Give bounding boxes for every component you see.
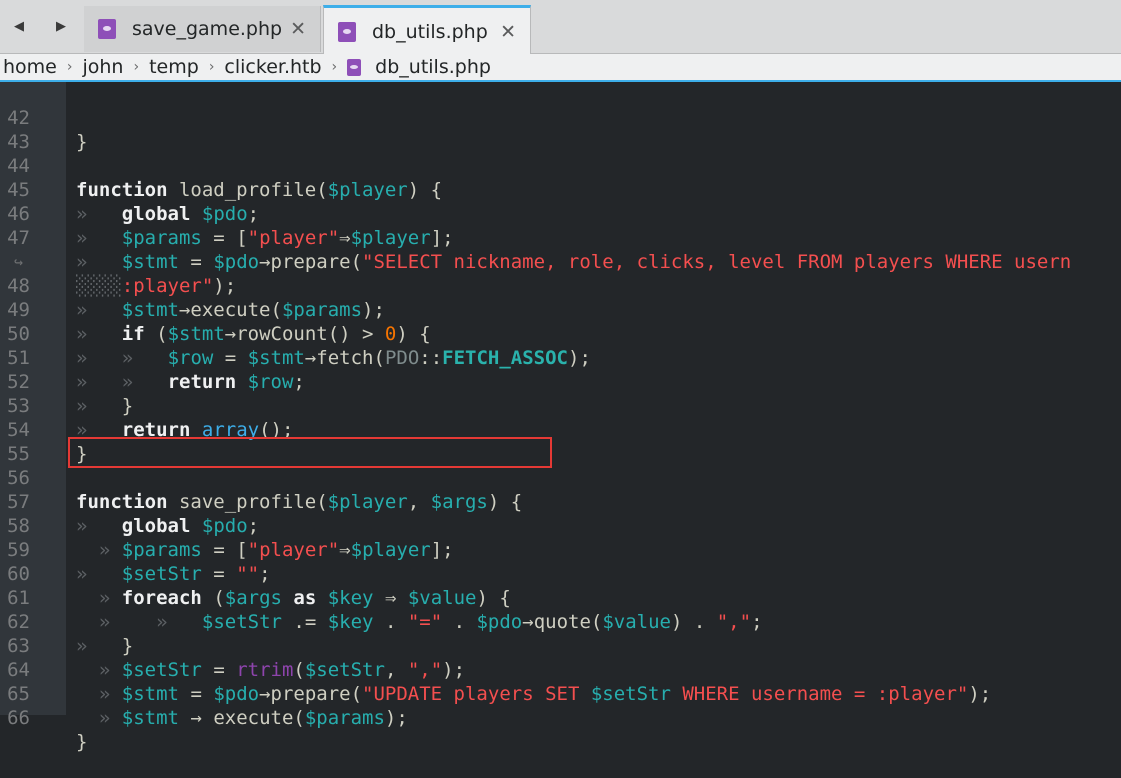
close-tab-icon[interactable]: ✕	[290, 19, 306, 39]
highlight-box	[68, 437, 552, 468]
brace: }	[76, 731, 88, 753]
breadcrumb: home › john › temp › clicker.htb › db_ut…	[0, 54, 1121, 80]
tab-label: save_game.php	[132, 18, 283, 40]
breadcrumb-item-clicker[interactable]: clicker.htb	[224, 56, 321, 78]
code-line: 50 » » $row = $stmt→fetch(PDO::FETCH_ASS…	[0, 298, 1121, 369]
code-line: 46 » $params = ["player"⇒$player];	[0, 178, 1121, 249]
code-line: 58 » $params = ["player"⇒$player];	[0, 490, 1121, 561]
code-line-wrapped: ↪ ░░░░:player");	[0, 226, 1121, 297]
code-line: 64 » $stmt = $pdo→prepare("UPDATE player…	[0, 634, 1121, 705]
code-line: 57 » global $pdo;	[0, 466, 1121, 537]
chevron-right-icon: ›	[331, 59, 338, 75]
php-file-icon	[347, 58, 362, 76]
code-line: 66 }	[0, 682, 1121, 753]
code-line: 45 » global $pdo;	[0, 154, 1121, 225]
punct: → execute(	[179, 707, 305, 729]
breadcrumb-item-john[interactable]: john	[82, 56, 123, 78]
code-line: 52 » }	[0, 346, 1121, 417]
code-line: 61 » » $setStr .= $key . "=" . $pdo→quot…	[0, 562, 1121, 633]
tab-db-utils[interactable]: db_utils.php ✕	[323, 5, 531, 56]
scroll-tabs-left-icon[interactable]: ◀	[12, 18, 26, 36]
code-line: 63 » $setStr = rtrim($setStr, ",");	[0, 610, 1121, 681]
breadcrumb-item-home[interactable]: home	[3, 56, 57, 78]
punct: );	[384, 707, 408, 729]
code-line: 62 » }	[0, 586, 1121, 657]
chevron-right-icon: ›	[133, 59, 140, 75]
code-line: 48 » $stmt→execute($params);	[0, 250, 1121, 321]
code-line: 42 }	[0, 82, 1121, 153]
tab-bar: ◀ ▶ save_game.php ✕ db_utils.php ✕	[0, 0, 1121, 56]
code-line: 49 » if ($stmt→rowCount() > 0) {	[0, 274, 1121, 345]
php-file-icon	[98, 19, 116, 39]
code-editor[interactable]: 42 } 43 44 function load_profile($player…	[0, 80, 1121, 753]
breadcrumb-item-file[interactable]: db_utils.php	[375, 56, 491, 78]
line-number: 66	[7, 707, 30, 729]
chevron-right-icon: ›	[66, 59, 73, 75]
scroll-tabs-right-icon[interactable]: ▶	[54, 18, 68, 36]
variable: $params	[304, 707, 385, 729]
code-line: 43	[0, 106, 1121, 153]
code-line: 59 » $setStr = "";	[0, 514, 1121, 585]
chevron-right-icon: ›	[208, 59, 215, 75]
variable: $stmt	[121, 707, 179, 729]
php-file-icon	[338, 22, 356, 42]
tab-save-game[interactable]: save_game.php ✕	[84, 6, 321, 52]
code-line: 54 }	[0, 394, 1121, 465]
breadcrumb-item-temp[interactable]: temp	[149, 56, 199, 78]
tab-label: db_utils.php	[372, 21, 488, 43]
code-line: 51 » » return $row;	[0, 322, 1121, 393]
code-line: 65 » $stmt → execute($params);	[0, 658, 1121, 729]
code-line: 44 function load_profile($player) {	[0, 130, 1121, 201]
code-line: 47 » $stmt = $pdo→prepare("SELECT nickna…	[0, 202, 1121, 273]
code-line: 53 » return array();	[0, 370, 1121, 441]
code-line: 60 » foreach ($args as $key ⇒ $value) {	[0, 538, 1121, 609]
close-tab-icon[interactable]: ✕	[500, 22, 516, 42]
tab-marker: »	[98, 707, 111, 729]
